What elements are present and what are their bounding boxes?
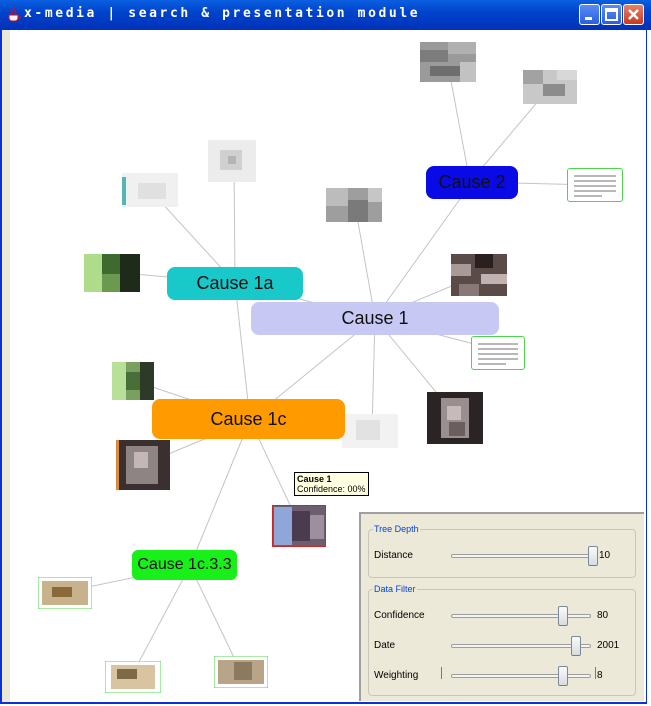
weighting-value: 8 bbox=[597, 670, 603, 681]
image-thumbnail[interactable] bbox=[427, 392, 483, 444]
control-panel: Tree Depth Distance 10 Data Filter Confi… bbox=[359, 512, 644, 701]
edge bbox=[131, 565, 191, 676]
image-thumbnail-selected[interactable] bbox=[272, 505, 326, 547]
image-thumbnail[interactable] bbox=[116, 440, 170, 490]
tooltip-detail: Confidence: 00% bbox=[297, 484, 366, 494]
confidence-value: 80 bbox=[597, 610, 609, 621]
node-tooltip: Cause 1 Confidence: 00% bbox=[294, 472, 369, 496]
weighting-slider-track[interactable] bbox=[451, 674, 591, 678]
distance-slider-thumb[interactable] bbox=[588, 546, 598, 566]
weighting-label: Weighting bbox=[374, 670, 419, 681]
confidence-slider-track[interactable] bbox=[451, 614, 591, 618]
document-thumbnail[interactable] bbox=[567, 168, 623, 202]
date-value: 2001 bbox=[597, 640, 620, 651]
node-cause-1[interactable]: Cause 1 bbox=[251, 302, 499, 335]
edge bbox=[189, 565, 241, 671]
image-thumbnail[interactable] bbox=[451, 254, 507, 296]
tree-depth-legend: Tree Depth bbox=[374, 524, 419, 534]
distance-slider-track[interactable] bbox=[451, 554, 596, 558]
image-thumbnail[interactable] bbox=[214, 656, 268, 688]
weighting-slider-thumb[interactable] bbox=[558, 666, 568, 686]
node-cause-1c-3-3[interactable]: Cause 1c.3.3 bbox=[132, 550, 237, 580]
edge bbox=[189, 419, 251, 567]
image-thumbnail[interactable] bbox=[342, 414, 398, 448]
node-cause-1a[interactable]: Cause 1a bbox=[167, 267, 303, 300]
distance-label: Distance bbox=[374, 550, 413, 561]
edge bbox=[447, 64, 471, 183]
image-thumbnail[interactable] bbox=[122, 173, 178, 207]
image-thumbnail[interactable] bbox=[38, 577, 92, 609]
weighting-tick-left bbox=[441, 667, 442, 679]
image-thumbnail[interactable] bbox=[326, 188, 382, 222]
weighting-tick-right bbox=[595, 667, 596, 679]
confidence-label: Confidence bbox=[374, 610, 425, 621]
node-cause-2[interactable]: Cause 2 bbox=[426, 166, 518, 199]
date-slider-thumb[interactable] bbox=[571, 636, 581, 656]
document-thumbnail[interactable] bbox=[471, 336, 525, 370]
date-label: Date bbox=[374, 640, 396, 651]
image-thumbnail[interactable] bbox=[84, 254, 140, 292]
tooltip-title: Cause 1 bbox=[297, 474, 332, 484]
image-thumbnail[interactable] bbox=[523, 70, 577, 104]
image-thumbnail[interactable] bbox=[112, 362, 154, 400]
image-thumbnail[interactable] bbox=[208, 140, 256, 182]
distance-value: 10 bbox=[599, 550, 611, 561]
node-cause-1c[interactable]: Cause 1c bbox=[152, 399, 345, 439]
date-slider-track[interactable] bbox=[451, 644, 591, 648]
image-thumbnail[interactable] bbox=[105, 661, 161, 693]
data-filter-legend: Data Filter bbox=[374, 584, 416, 594]
image-thumbnail[interactable] bbox=[420, 42, 476, 82]
confidence-slider-thumb[interactable] bbox=[558, 606, 568, 626]
